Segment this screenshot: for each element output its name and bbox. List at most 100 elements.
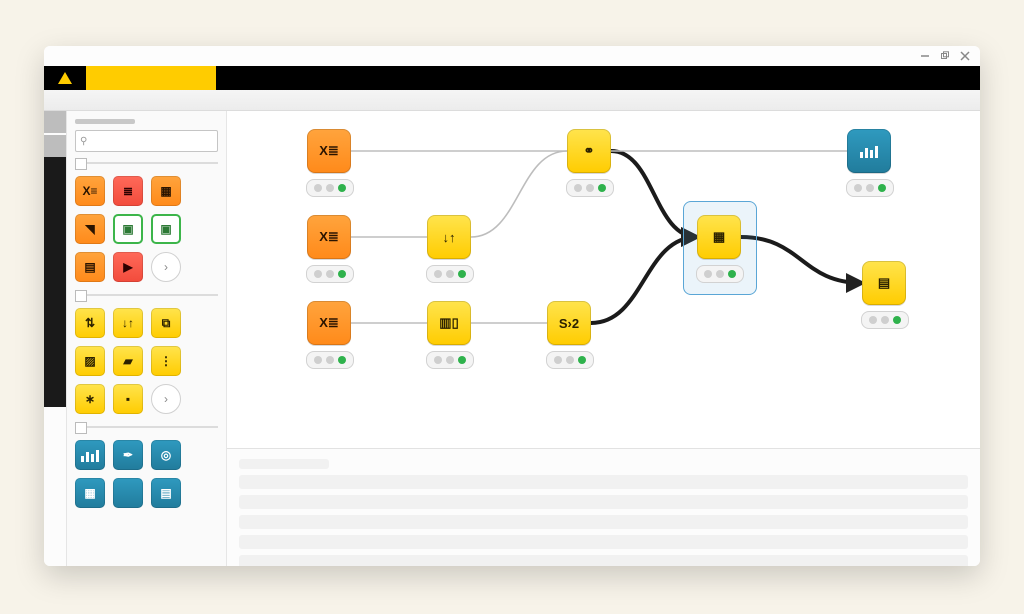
tool-writer[interactable]: ▶ — [113, 252, 143, 282]
tool-bar-chart[interactable] — [75, 440, 105, 470]
restore-icon — [940, 51, 950, 61]
node-status-n6[interactable] — [546, 351, 594, 369]
chevron-right-icon: › — [164, 260, 168, 274]
node-status-n7[interactable] — [566, 179, 614, 197]
tool-scatter-plot[interactable]: ◎ — [151, 440, 181, 470]
node-excel-reader[interactable]: X≣ — [307, 129, 351, 173]
results-row[interactable] — [239, 495, 968, 509]
zoom-slider-1[interactable] — [75, 158, 218, 168]
tool-glyph-icon: ▣ — [160, 222, 171, 236]
restore-button[interactable] — [938, 49, 952, 63]
results-row[interactable] — [239, 515, 968, 529]
tool-rule[interactable]: ▪ — [113, 384, 143, 414]
status-dot-idle-icon — [869, 316, 877, 324]
node-pivot[interactable]: ▦ — [697, 215, 741, 259]
chevron-right-icon: › — [164, 392, 168, 406]
status-dot-idle-icon — [326, 356, 334, 364]
status-dot-idle-icon — [314, 184, 322, 192]
node-status-n9[interactable] — [846, 179, 894, 197]
tool-join[interactable]: ⧉ — [151, 308, 181, 338]
toolbar-ribbon[interactable] — [44, 90, 980, 111]
node-status-n8[interactable] — [696, 265, 744, 283]
tool-filter[interactable]: ⇅ — [75, 308, 105, 338]
app-header — [44, 66, 980, 90]
brand-logo[interactable] — [44, 66, 86, 90]
workflow-canvas[interactable]: X≣ X≣ X≣ ↓↑ ▥▯ S›2 ⚭ ▦ ▤ — [227, 111, 980, 448]
status-dot-idle-icon — [446, 270, 454, 278]
left-rail — [44, 111, 67, 566]
rail-tab-1[interactable] — [44, 111, 66, 133]
tool-glyph-icon: ◥ — [85, 222, 94, 236]
results-row[interactable] — [239, 535, 968, 549]
tool-heatmap[interactable]: ▦ — [75, 478, 105, 508]
tool-glyph-icon: X≣ — [319, 315, 339, 331]
tool-glyph-icon: ▣ — [122, 222, 133, 236]
palette-heading — [75, 119, 135, 124]
connection-n6-n8[interactable] — [591, 237, 697, 323]
status-dot-idle-icon — [586, 184, 594, 192]
group-slider-transform[interactable] — [75, 422, 218, 432]
node-status-n2[interactable] — [306, 265, 354, 283]
tool-math[interactable]: ∗ — [75, 384, 105, 414]
tool-group-transform: ⇅ ↓↑ ⧉ ▨ ▰ ⋮ ∗ ▪ › — [75, 308, 218, 414]
node-status-n4[interactable] — [426, 265, 474, 283]
status-dot-idle-icon — [314, 270, 322, 278]
tool-groupby[interactable]: ▨ — [75, 346, 105, 376]
results-row[interactable] — [239, 475, 968, 489]
tool-json-reader[interactable]: ▣ — [113, 214, 143, 244]
expand-group-io[interactable]: › — [151, 252, 181, 282]
connection-n8-n10[interactable] — [741, 237, 862, 283]
tool-sort[interactable]: ↓↑ — [113, 308, 143, 338]
bars-icon — [860, 144, 878, 158]
group-slider-io[interactable] — [75, 290, 218, 300]
tool-blank-view[interactable] — [113, 478, 143, 508]
node-status-n10[interactable] — [861, 311, 909, 329]
app-window: ⚲ X≡ ≣ ▦ ◥ ▣ ▣ ▤ ▶ › ⇅ ↓↑ ⧉ ▨ ▰ ⋮ ∗ ▪ › ✒ ◎ ▦ ▤ X≣ X≣ X≣ ↓↑ ▥▯ S›2… — [44, 46, 980, 566]
node-excel-reader[interactable]: X≣ — [307, 301, 351, 345]
node-status-n5[interactable] — [426, 351, 474, 369]
connection-n4-n7[interactable] — [471, 151, 567, 237]
tool-glyph-icon: ∗ — [85, 392, 95, 406]
tool-split[interactable]: ⋮ — [151, 346, 181, 376]
results-panel[interactable] — [227, 448, 980, 566]
tool-table-reader[interactable]: ▦ — [151, 176, 181, 206]
search-input[interactable] — [90, 135, 226, 148]
node-table-view[interactable]: ▤ — [862, 261, 906, 305]
node-sort[interactable]: ↓↑ — [427, 215, 471, 259]
node-excel-reader[interactable]: X≣ — [307, 215, 351, 259]
tool-glyph-icon: ▶ — [123, 260, 132, 274]
node-string-to-number[interactable]: S›2 — [547, 301, 591, 345]
node-bar-chart[interactable] — [847, 129, 891, 173]
rail-tab-2[interactable] — [44, 135, 66, 157]
minimize-button[interactable] — [918, 49, 932, 63]
status-dot-idle-icon — [854, 184, 862, 192]
close-button[interactable] — [958, 49, 972, 63]
tool-excel-reader[interactable]: X≡ — [75, 176, 105, 206]
node-join[interactable]: ⚭ — [567, 129, 611, 173]
results-row[interactable] — [239, 555, 968, 566]
status-dot-executed-icon — [578, 356, 586, 364]
node-status-n1[interactable] — [306, 179, 354, 197]
status-dot-executed-icon — [338, 270, 346, 278]
expand-group-transform[interactable]: › — [151, 384, 181, 414]
tool-line-chart[interactable]: ✒ — [113, 440, 143, 470]
tool-file-browser[interactable]: ▤ — [75, 252, 105, 282]
tool-group-output: ✒ ◎ ▦ ▤ — [75, 440, 218, 508]
tool-glyph-icon: ◎ — [161, 448, 171, 462]
tool-group-io: X≡ ≣ ▦ ◥ ▣ ▣ ▤ ▶ › — [75, 176, 218, 282]
status-dot-executed-icon — [728, 270, 736, 278]
tool-db-reader[interactable]: ◥ — [75, 214, 105, 244]
node-column-filter[interactable]: ▥▯ — [427, 301, 471, 345]
node-status-n3[interactable] — [306, 351, 354, 369]
tool-concat[interactable]: ▰ — [113, 346, 143, 376]
tool-glyph-icon: ▪ — [126, 392, 130, 406]
tool-glyph-icon: ⧉ — [162, 316, 171, 331]
status-dot-idle-icon — [314, 356, 322, 364]
tool-table-view[interactable]: ▤ — [151, 478, 181, 508]
search-input-wrap[interactable]: ⚲ — [75, 130, 218, 152]
tool-glyph-icon: ⋮ — [160, 354, 172, 368]
minimize-icon — [920, 51, 930, 61]
status-dot-idle-icon — [574, 184, 582, 192]
tool-csv-reader[interactable]: ≣ — [113, 176, 143, 206]
tool-xml-reader[interactable]: ▣ — [151, 214, 181, 244]
